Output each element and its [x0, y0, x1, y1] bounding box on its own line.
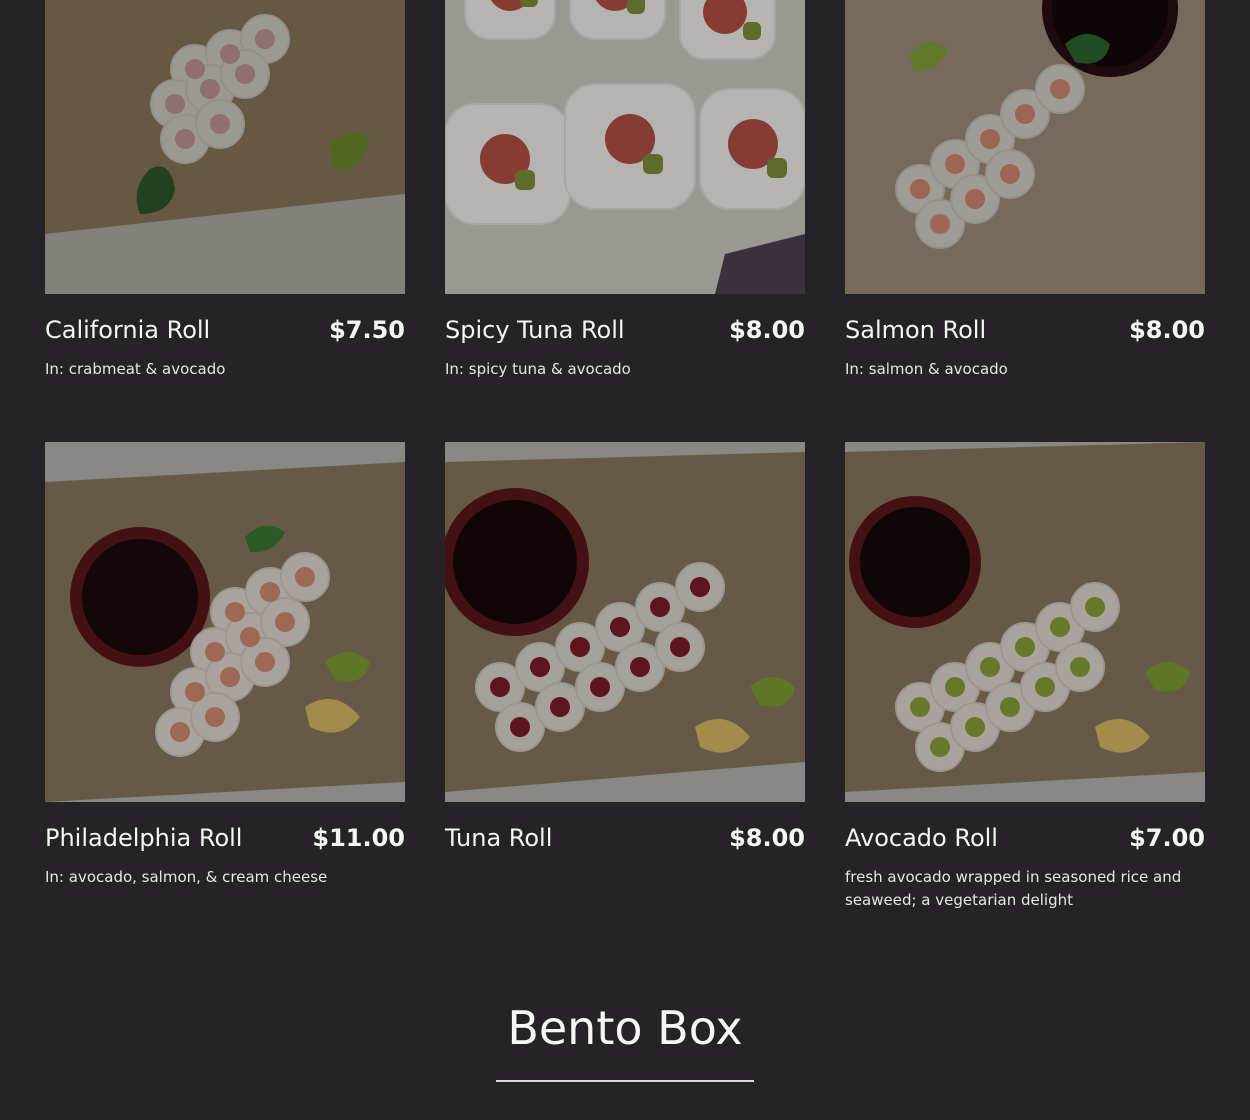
item-price: $11.00: [312, 824, 405, 852]
item-price: $8.00: [1129, 316, 1205, 344]
item-name: California Roll: [45, 316, 211, 344]
tuna-roll-photo[interactable]: [445, 442, 805, 802]
section-title: Bento Box: [507, 1001, 743, 1055]
sushi-image: [445, 442, 805, 802]
item-description: In: avocado, salmon, & cream cheese: [45, 868, 328, 886]
item-name: Philadelphia Roll: [45, 824, 243, 852]
item-header: Tuna Roll $8.00: [445, 822, 805, 854]
item-header: Salmon Roll $8.00: [845, 314, 1205, 346]
philadelphia-roll-photo[interactable]: [45, 442, 405, 802]
item-name: Tuna Roll: [445, 824, 553, 852]
item-price: $8.00: [729, 316, 805, 344]
spicy-tuna-roll-photo[interactable]: [445, 0, 805, 294]
salmon-roll-photo[interactable]: [845, 0, 1205, 294]
item-description: In: spicy tuna & avocado: [445, 360, 631, 378]
sushi-image: [45, 0, 405, 294]
item-description: In: crabmeat & avocado: [45, 360, 226, 378]
item-description: In: salmon & avocado: [845, 360, 1008, 378]
sushi-image: [445, 0, 805, 294]
item-header: Spicy Tuna Roll $8.00: [445, 314, 805, 346]
sushi-image: [845, 0, 1205, 294]
sushi-image: [845, 442, 1205, 802]
item-name: Salmon Roll: [845, 316, 987, 344]
item-price: $7.50: [329, 316, 405, 344]
sushi-image: [45, 442, 405, 802]
item-price: $7.00: [1129, 824, 1205, 852]
item-description: fresh avocado wrapped in seasoned rice a…: [845, 868, 1182, 909]
item-header: Philadelphia Roll $11.00: [45, 822, 405, 854]
california-roll-photo[interactable]: [45, 0, 405, 294]
item-price: $8.00: [729, 824, 805, 852]
avocado-roll-photo[interactable]: [845, 442, 1205, 802]
item-header: Avocado Roll $7.00: [845, 822, 1205, 854]
section-divider: [496, 1080, 754, 1082]
item-name: Spicy Tuna Roll: [445, 316, 625, 344]
item-header: California Roll $7.50: [45, 314, 405, 346]
item-name: Avocado Roll: [845, 824, 998, 852]
